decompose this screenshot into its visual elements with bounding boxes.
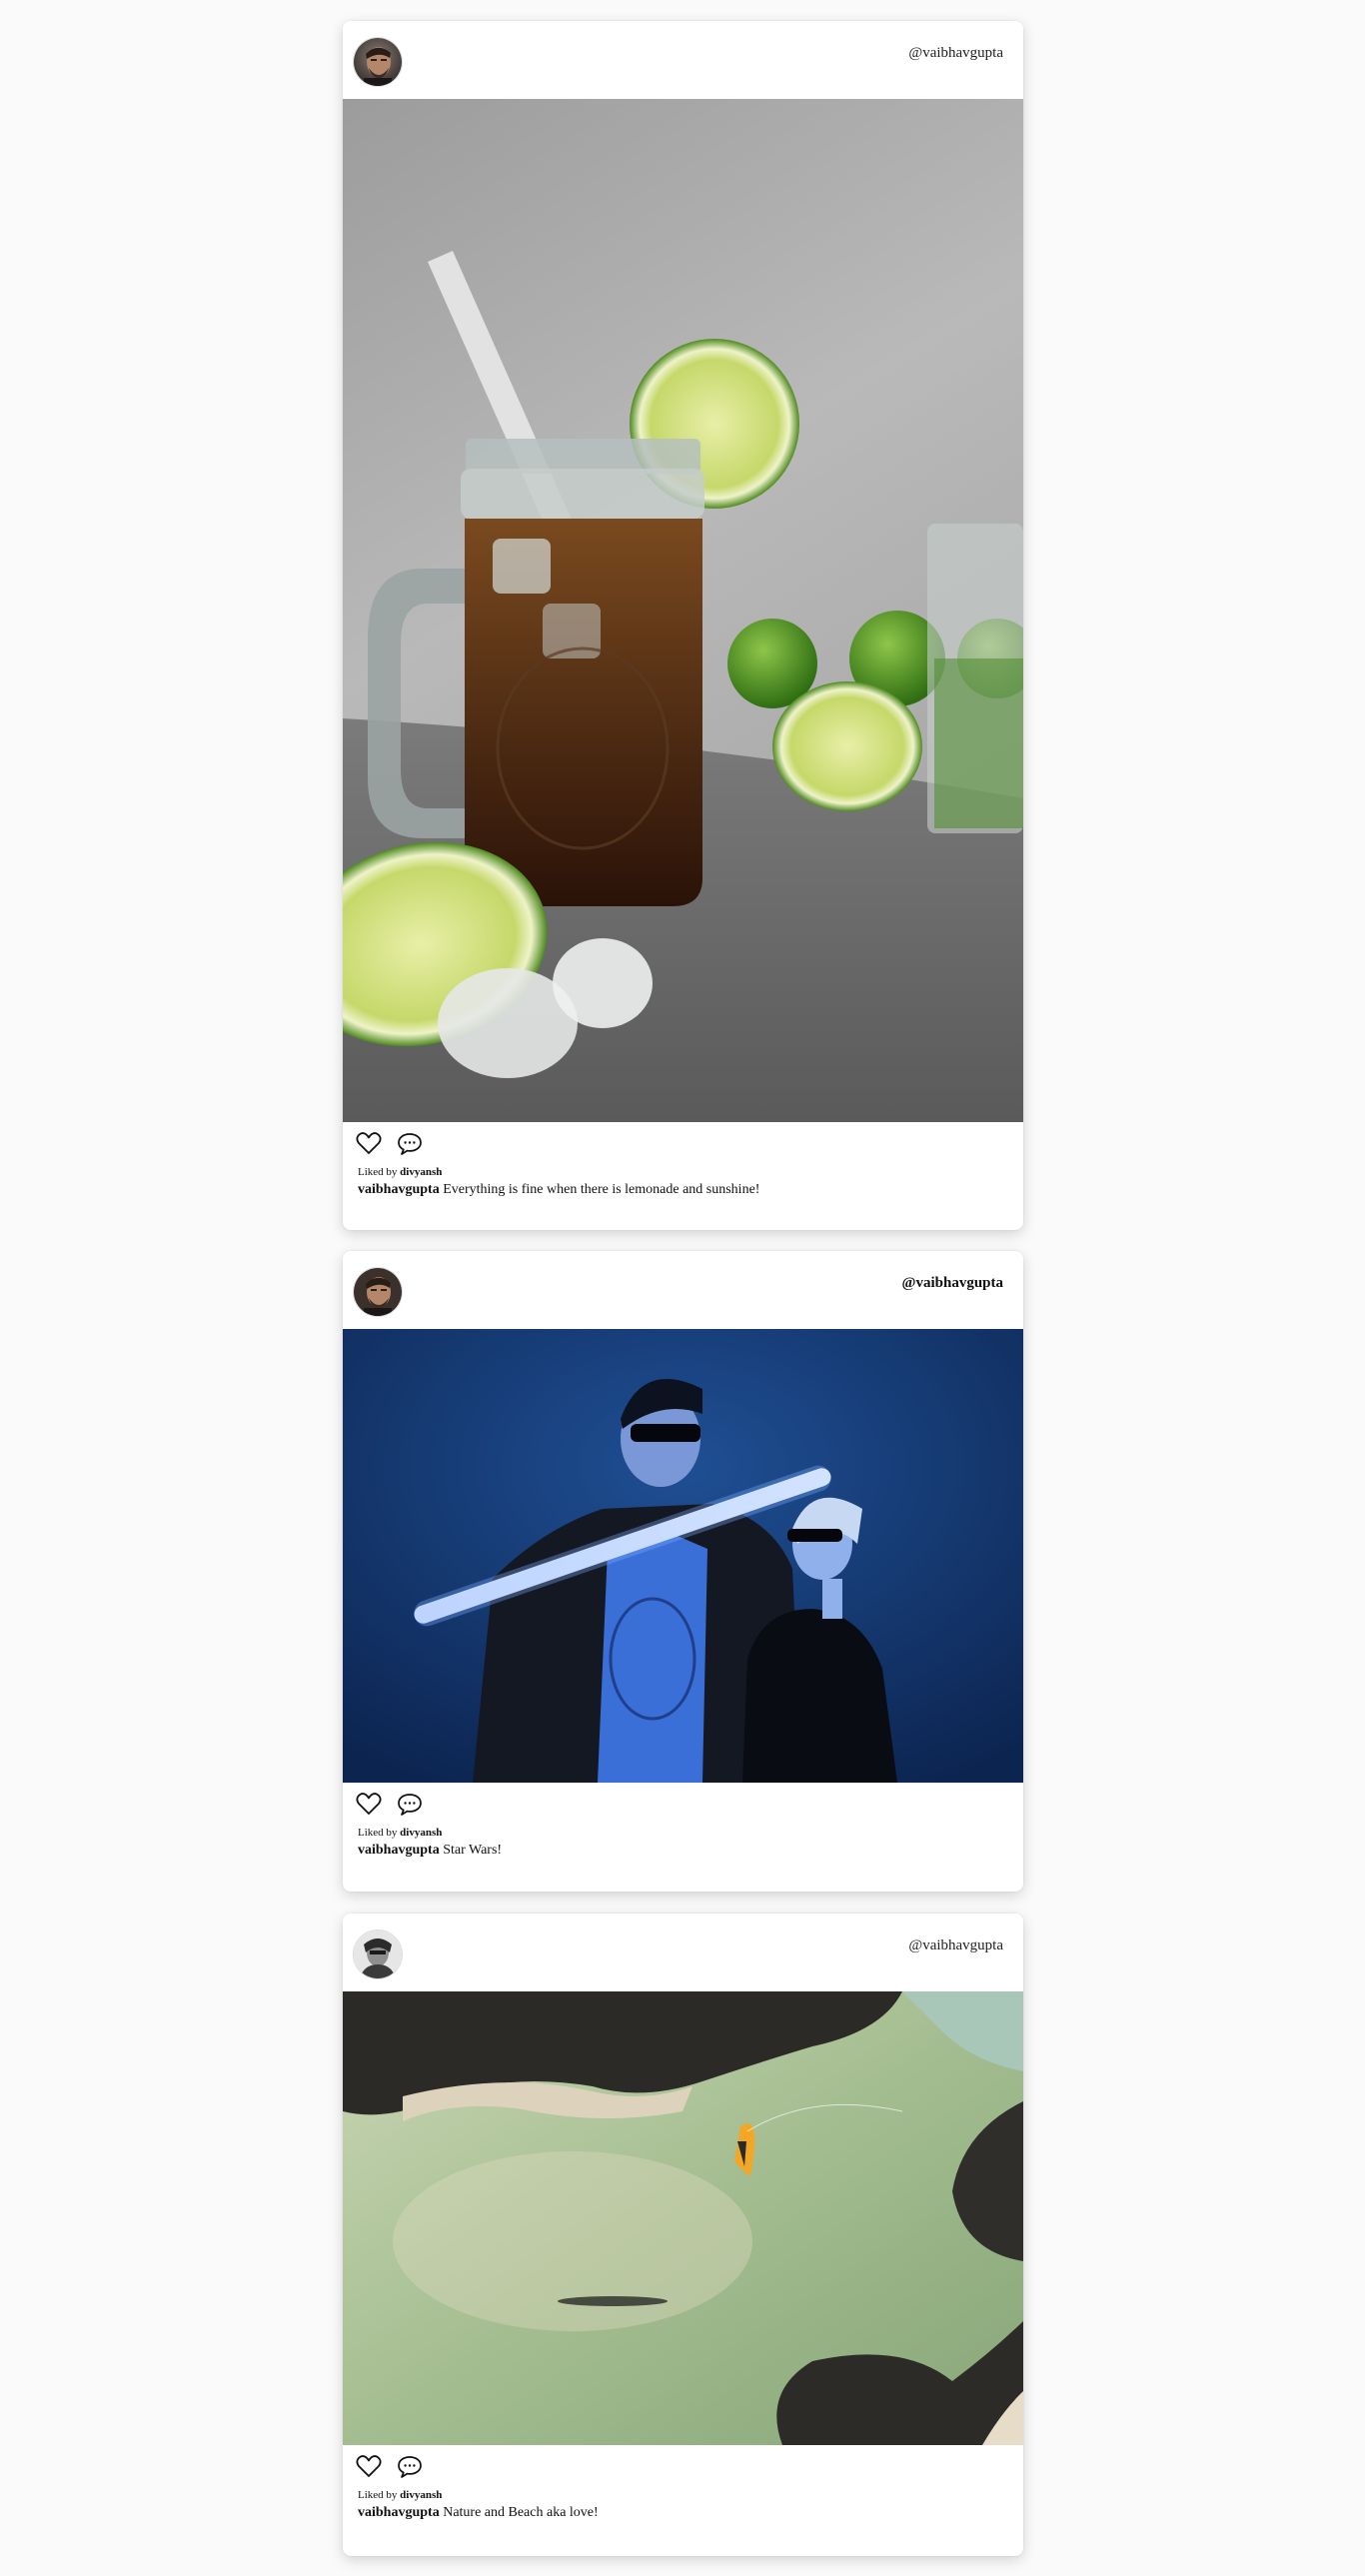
user-avatar[interactable]	[353, 1930, 403, 1979]
caption-username-link[interactable]: vaibhavgupta	[358, 2505, 440, 2520]
post-actions	[343, 1122, 1023, 1162]
likes-line: Liked by divyansh	[343, 1827, 1023, 1839]
caption-text: Nature and Beach aka love!	[443, 2505, 599, 2520]
caption-text: Star Wars!	[443, 1843, 503, 1858]
likes-line: Liked by divyansh	[343, 2489, 1023, 2501]
comment-icon[interactable]	[397, 1791, 423, 1817]
liked-by-user-link[interactable]: divyansh	[400, 1827, 442, 1839]
caption-username-link[interactable]: vaibhavgupta	[358, 1843, 440, 1858]
post-header: @vaibhavgupta	[343, 1251, 1023, 1329]
post-actions	[343, 1783, 1023, 1823]
heart-icon[interactable]	[356, 1130, 382, 1156]
liked-by-label: Liked by	[358, 1166, 398, 1178]
post-username-link[interactable]: @vaibhavgupta	[908, 1937, 1003, 1954]
caption-username-link[interactable]: vaibhavgupta	[358, 1182, 440, 1197]
liked-by-user-link[interactable]: divyansh	[400, 1166, 442, 1178]
post-card: @vaibhavgupta Liked by divyansh vaibhavg…	[343, 1914, 1023, 2556]
comment-icon[interactable]	[397, 1130, 423, 1156]
post-caption: vaibhavgupta Everything is fine when the…	[343, 1182, 1023, 1198]
post-header: @vaibhavgupta	[343, 21, 1023, 99]
caption-text: Everything is fine when there is lemonad…	[443, 1182, 760, 1197]
liked-by-user-link[interactable]: divyansh	[400, 2489, 442, 2501]
post-actions	[343, 2445, 1023, 2485]
post-image[interactable]	[343, 1329, 1023, 1783]
post-image[interactable]	[343, 1991, 1023, 2445]
post-card: @vaibhavgupta Liked by divyansh vaibhavg…	[343, 21, 1023, 1230]
user-avatar[interactable]	[353, 1267, 403, 1317]
post-username-link[interactable]: @vaibhavgupta	[908, 45, 1003, 62]
post-caption: vaibhavgupta Nature and Beach aka love!	[343, 2505, 1023, 2521]
comment-icon[interactable]	[397, 2453, 423, 2479]
post-header: @vaibhavgupta	[343, 1914, 1023, 1991]
post-username-link[interactable]: @vaibhavgupta	[902, 1275, 1003, 1292]
post-card: @vaibhavgupta Liked by divyansh vaibhavg…	[343, 1251, 1023, 1892]
post-caption: vaibhavgupta Star Wars!	[343, 1843, 1023, 1859]
heart-icon[interactable]	[356, 1791, 382, 1817]
liked-by-label: Liked by	[358, 2489, 398, 2501]
likes-line: Liked by divyansh	[343, 1166, 1023, 1178]
user-avatar[interactable]	[353, 37, 403, 87]
heart-icon[interactable]	[356, 2453, 382, 2479]
post-image[interactable]	[343, 99, 1023, 1122]
liked-by-label: Liked by	[358, 1827, 398, 1839]
